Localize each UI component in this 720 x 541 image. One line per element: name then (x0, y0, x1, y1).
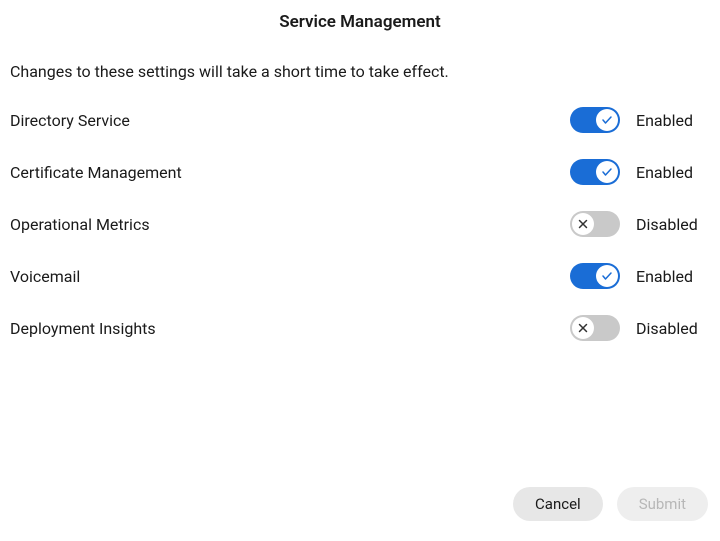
service-list: Directory ServiceEnabledCertificate Mana… (10, 107, 710, 367)
service-row: Operational Metrics Disabled (10, 211, 710, 237)
service-label: Voicemail (10, 267, 570, 286)
submit-button: Submit (617, 487, 708, 521)
service-label: Deployment Insights (10, 319, 570, 338)
settings-subtitle: Changes to these settings will take a sh… (10, 62, 710, 81)
service-status: Disabled (636, 215, 698, 234)
check-icon (596, 265, 618, 287)
service-status: Disabled (636, 319, 698, 338)
check-icon (596, 109, 618, 131)
service-toggle[interactable] (570, 159, 620, 185)
cross-icon (572, 317, 594, 339)
service-row: Certificate Management Enabled (10, 159, 710, 185)
service-label: Directory Service (10, 111, 570, 130)
service-toggle[interactable] (570, 211, 620, 237)
toggle-wrap: Disabled (570, 315, 710, 341)
service-toggle[interactable] (570, 263, 620, 289)
cross-icon (572, 213, 594, 235)
toggle-wrap: Enabled (570, 263, 710, 289)
page-title: Service Management (10, 12, 710, 32)
toggle-wrap: Enabled (570, 159, 710, 185)
service-label: Certificate Management (10, 163, 570, 182)
service-label: Operational Metrics (10, 215, 570, 234)
toggle-wrap: Enabled (570, 107, 710, 133)
service-status: Enabled (636, 111, 693, 130)
service-toggle[interactable] (570, 107, 620, 133)
service-status: Enabled (636, 267, 693, 286)
check-icon (596, 161, 618, 183)
service-status: Enabled (636, 163, 693, 182)
toggle-wrap: Disabled (570, 211, 710, 237)
service-row: Voicemail Enabled (10, 263, 710, 289)
cancel-button[interactable]: Cancel (513, 487, 603, 521)
service-toggle[interactable] (570, 315, 620, 341)
service-row: Directory Service Enabled (10, 107, 710, 133)
service-row: Deployment Insights Disabled (10, 315, 710, 341)
footer-buttons: Cancel Submit (513, 487, 708, 521)
